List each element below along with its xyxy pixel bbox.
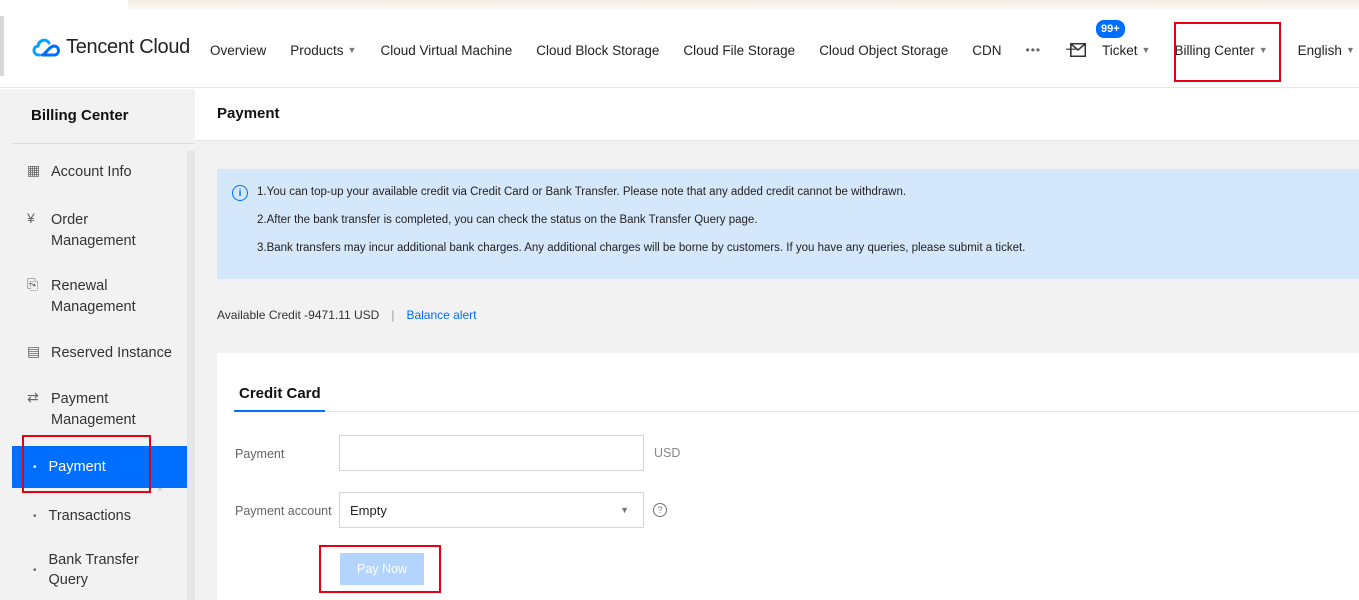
nav-item-label: Products [290, 42, 344, 58]
chevron-down-icon: ▼ [1345, 45, 1355, 55]
nav-item-label: Overview [210, 42, 267, 58]
payment-account-value: Empty [350, 502, 387, 518]
sidebar: Billing Center ▦ Account Info ¥ Order Manag… [0, 89, 195, 600]
message-count-badge: 99+ [1094, 18, 1127, 40]
nav-item-cloud-object-storage[interactable]: Cloud Object Storage [819, 43, 948, 58]
header-left-edge [0, 16, 4, 76]
nav-item-cdn[interactable]: CDN [972, 43, 1001, 58]
page-header: Payment [195, 89, 1359, 141]
sidebar-item-label: Account Info [51, 164, 132, 180]
notice-line-3: 3.Bank transfers may incur additional ba… [257, 242, 1026, 254]
sidebar-item-label: Reserved Instance [51, 345, 172, 361]
notice-line-1: 1.You can top-up your available credit v… [257, 186, 907, 198]
available-credit-label: Available Credit [217, 308, 301, 322]
sidebar-item-reserved-instance[interactable]: ▤ Reserved Instance [27, 343, 172, 364]
available-credit-row: Available Credit -9471.11 USD | Balance … [217, 308, 477, 322]
calendar-icon: ▤ [27, 343, 41, 359]
billing-center-highlight [1174, 22, 1281, 82]
nav-item-overview[interactable]: Overview [210, 43, 266, 58]
sidebar-item-order-management[interactable]: ¥ Order Management [27, 210, 136, 252]
main-nav: Overview Products ▼ Cloud Virtual Machine Cl… [210, 12, 1101, 88]
info-icon: i [232, 185, 248, 201]
chevron-up-icon[interactable]: ^ [158, 486, 162, 496]
brand-name: Tencent Cloud [66, 35, 190, 58]
renewal-icon: ⎘ [27, 276, 39, 292]
pay-now-highlight [319, 545, 441, 593]
sidebar-item-label: Order Management [51, 212, 136, 249]
top-navbar: Tencent Cloud Overview Products ▼ Cloud Vir… [0, 12, 1359, 88]
payment-item-highlight [22, 435, 151, 493]
ticket-label: Ticket [1102, 42, 1138, 58]
sidebar-item-label: Renewal Management [51, 278, 136, 315]
nav-item-label: Cloud Block Storage [536, 42, 660, 58]
sidebar-divider [12, 143, 195, 144]
info-notice: i 1.You can top-up your available credit… [217, 169, 1359, 279]
top-strip [0, 0, 1359, 10]
ticket-menu[interactable]: Ticket ▼ [1102, 43, 1150, 58]
top-strip-shade [128, 0, 1359, 9]
payment-icon: ⇄ [27, 389, 39, 405]
nav-item-label: Cloud Object Storage [819, 42, 949, 58]
chevron-down-icon: ▼ [1141, 45, 1151, 55]
help-icon[interactable]: ? [653, 503, 667, 517]
message-button[interactable]: 99+ [1068, 18, 1127, 60]
notice-line-2: 2.After the bank transfer is completed, … [257, 214, 758, 226]
tencent-cloud-logo-icon [32, 38, 60, 57]
sidebar-subitem-label: Bank Transfer Query [48, 552, 139, 588]
sidebar-title: Billing Center [31, 107, 129, 124]
currency-unit: USD [654, 446, 681, 460]
language-menu[interactable]: English ▼ [1298, 43, 1355, 58]
more-products-icon[interactable]: ••• [1026, 43, 1042, 57]
nav-item-label: Cloud File Storage [683, 42, 796, 58]
nav-item-products[interactable]: Products ▼ [290, 43, 356, 58]
grid-icon: ▦ [27, 162, 41, 178]
mail-icon [1070, 43, 1086, 57]
tab-active-underline [234, 410, 325, 412]
tab-credit-card[interactable]: Credit Card [239, 385, 321, 402]
payment-amount-label: Payment [235, 447, 285, 461]
chevron-down-icon: ▼ [620, 505, 629, 515]
yen-circle-icon: ¥ [27, 210, 35, 226]
language-label: English [1297, 42, 1342, 58]
sidebar-item-account-info[interactable]: ▦ Account Info [27, 162, 132, 183]
nav-item-cloud-virtual-machine[interactable]: Cloud Virtual Machine [380, 43, 512, 58]
balance-alert-link[interactable]: Balance alert [406, 308, 476, 322]
separator: | [391, 308, 395, 322]
sidebar-subitem-bank-transfer-query[interactable]: • Bank Transfer Query [12, 544, 187, 596]
chevron-down-icon: ▼ [347, 45, 357, 55]
nav-item-label: Cloud Virtual Machine [380, 42, 513, 58]
sidebar-subitem-label: Transactions [48, 508, 131, 524]
available-credit-value: -9471.11 USD [304, 308, 380, 322]
payment-amount-input[interactable] [339, 435, 644, 471]
sidebar-subitem-transactions[interactable]: • Transactions [12, 495, 187, 537]
main-content: Payment i 1.You can top-up your availabl… [195, 89, 1359, 600]
nav-item-cloud-block-storage[interactable]: Cloud Block Storage [536, 43, 659, 58]
bullet-icon: • [33, 510, 37, 522]
page-title: Payment [217, 105, 280, 122]
bullet-icon: • [33, 564, 37, 576]
sidebar-scrollbar[interactable] [187, 151, 195, 600]
nav-item-label: CDN [972, 42, 1002, 58]
sidebar-item-label: Payment Management [51, 391, 136, 428]
payment-account-select[interactable]: Empty ▼ [339, 492, 644, 528]
brand-logo[interactable]: Tencent Cloud [30, 33, 190, 61]
payment-account-label: Payment account [235, 504, 332, 518]
sidebar-item-payment-management[interactable]: ⇄ Payment Management [27, 389, 136, 431]
sidebar-item-renewal-management[interactable]: ⎘ Renewal Management [27, 276, 136, 318]
tab-divider [234, 411, 1359, 412]
nav-item-cloud-file-storage[interactable]: Cloud File Storage [683, 43, 795, 58]
